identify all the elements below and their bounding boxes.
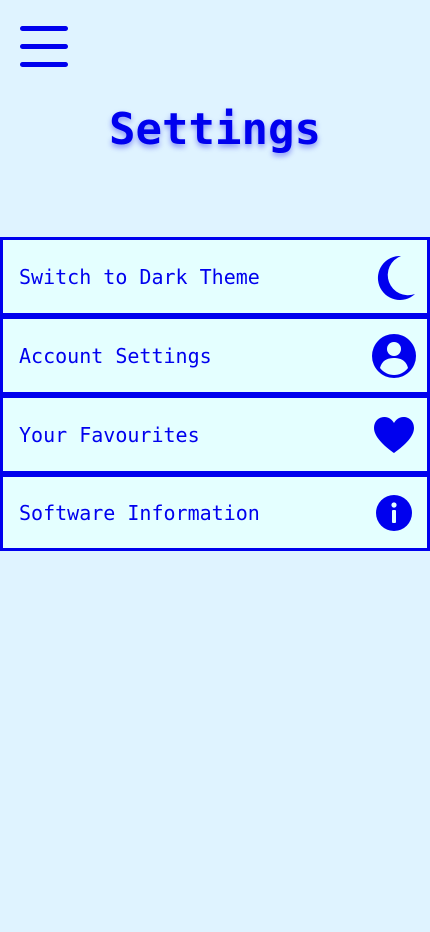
favourites-item[interactable]: Your Favourites [0,395,430,474]
dark-theme-label: Switch to Dark Theme [19,264,260,289]
account-settings-item[interactable]: Account Settings [0,316,430,395]
favourites-label: Your Favourites [19,422,200,447]
account-circle-icon [371,333,417,379]
page-title: Settings [109,104,321,155]
account-settings-label: Account Settings [19,343,212,368]
info-icon [371,490,417,536]
moon-icon [371,254,417,300]
settings-list: Switch to Dark Theme Account Settings Yo… [0,237,430,551]
heart-icon [371,412,417,458]
software-information-label: Software Information [19,500,260,525]
hamburger-menu-icon[interactable] [19,24,69,70]
dark-theme-toggle[interactable]: Switch to Dark Theme [0,237,430,316]
software-information-item[interactable]: Software Information [0,474,430,551]
